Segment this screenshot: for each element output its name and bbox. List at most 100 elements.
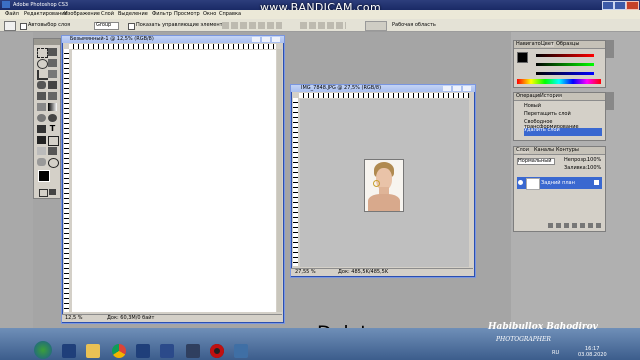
history-item-3[interactable]: Свободное трансформирование	[524, 120, 602, 130]
layer-name[interactable]: Задний план	[541, 181, 575, 186]
screen-mode-icon[interactable]	[49, 189, 56, 195]
folder-taskbar-icon[interactable]	[86, 344, 100, 358]
transform-checkbox[interactable]	[128, 23, 135, 30]
document-window-2[interactable]: IMG_7848.JPG @ 27,5% (RGB/8) 27,55 % Док…	[290, 84, 476, 278]
blur-tool-icon[interactable]	[37, 114, 46, 122]
chrome-taskbar-icon[interactable]	[112, 344, 126, 358]
media-taskbar-icon[interactable]	[160, 344, 174, 358]
healing-brush-icon[interactable]	[37, 81, 46, 89]
clone-stamp-icon[interactable]	[37, 92, 46, 100]
tab-channels[interactable]: Каналы	[534, 148, 554, 153]
color-spectrum-bar[interactable]	[517, 79, 601, 84]
history-item-4[interactable]: Удалить слой	[524, 128, 602, 136]
start-button[interactable]	[34, 341, 52, 359]
fill-field[interactable]: 100%	[587, 166, 601, 171]
history-item-1[interactable]: Новый	[524, 104, 602, 111]
magic-wand-tool-icon[interactable]	[48, 59, 57, 67]
quick-mask-icon[interactable]	[39, 189, 48, 197]
panel-dock-icons-2[interactable]	[606, 92, 614, 110]
eye-icon[interactable]	[518, 180, 523, 185]
green-slider[interactable]	[536, 63, 594, 66]
red-slider[interactable]	[536, 54, 594, 57]
document-window-1[interactable]: Безымянный-1 @ 12,5% (RGB/8) 12,5 % Док:…	[61, 35, 285, 324]
blend-mode-select[interactable]: Нормальный	[517, 158, 555, 165]
group-select[interactable]: Group	[94, 22, 119, 30]
document-1-ruler-vertical	[64, 49, 69, 312]
brush-tool-icon[interactable]	[48, 81, 57, 89]
minimize-button[interactable]	[602, 1, 614, 10]
align-buttons[interactable]	[222, 22, 282, 29]
menu-filter[interactable]: Фильтр	[152, 12, 172, 17]
menu-select[interactable]: Выделение	[118, 12, 148, 17]
pen-tool-icon[interactable]	[37, 125, 46, 133]
crop-tool-icon[interactable]	[37, 70, 48, 80]
document-2-photo[interactable]	[364, 159, 404, 212]
document-2-zoom[interactable]: 27,55 %	[295, 270, 316, 275]
document-1-canvas[interactable]	[72, 50, 276, 312]
foreground-color-swatch[interactable]	[38, 170, 50, 182]
notes-tool-icon[interactable]	[37, 147, 46, 155]
panel-dock-icons[interactable]	[606, 40, 614, 58]
tab-history[interactable]: История	[540, 94, 562, 99]
marquee-tool-icon[interactable]	[37, 48, 48, 58]
path-selection-icon[interactable]	[37, 136, 46, 144]
fg-color-chip[interactable]	[517, 52, 528, 63]
zoom-tool-icon[interactable]	[48, 158, 59, 168]
document-1-info[interactable]: Док: 60,3M/0 байт	[107, 316, 154, 321]
tools-panel-header[interactable]	[34, 39, 60, 45]
eraser-tool-icon[interactable]	[37, 103, 46, 111]
slice-tool-icon[interactable]	[48, 70, 57, 78]
document-1-zoom[interactable]: 12,5 %	[65, 316, 82, 321]
document-1-controls[interactable]	[252, 37, 280, 42]
move-tool-icon[interactable]	[4, 21, 16, 31]
blue-slider[interactable]	[536, 72, 594, 75]
type-tool-icon[interactable]: T	[48, 125, 57, 133]
document-2-info[interactable]: Док: 485,5K/485,5K	[338, 270, 388, 275]
shape-tool-icon[interactable]	[48, 136, 59, 146]
menu-layer[interactable]: Слой	[101, 12, 114, 17]
history-item-2[interactable]: Перетащить слой	[524, 112, 602, 119]
eyedropper-tool-icon[interactable]	[48, 147, 57, 155]
photoshop-taskbar-icon-2[interactable]	[136, 344, 150, 358]
menu-edit[interactable]: Редактирование	[24, 12, 68, 17]
menu-help[interactable]: Справка	[219, 12, 241, 17]
dodge-tool-icon[interactable]	[48, 114, 57, 122]
distribute-buttons[interactable]	[300, 22, 346, 29]
document-2-title-bar[interactable]: IMG_7848.JPG @ 27,5% (RGB/8)	[291, 85, 475, 92]
autoselect-checkbox[interactable]	[20, 23, 27, 30]
lightroom-taskbar-icon[interactable]	[186, 344, 200, 358]
hand-tool-icon[interactable]	[37, 158, 46, 166]
menu-image[interactable]: Изображение	[64, 12, 100, 17]
tab-paths[interactable]: Контуры	[556, 148, 579, 153]
lock-icon	[594, 180, 599, 185]
menu-view[interactable]: Просмотр	[174, 12, 200, 17]
tab-layers[interactable]: Слои	[516, 148, 529, 153]
portrait-shoulders	[368, 194, 400, 211]
document-1-scrollbar[interactable]	[277, 49, 282, 312]
maximize-button[interactable]	[614, 1, 626, 10]
document-2-controls[interactable]	[443, 86, 471, 91]
gradient-tool-icon[interactable]	[48, 103, 57, 111]
bandicam-taskbar-icon[interactable]	[210, 344, 224, 358]
clock-date[interactable]: 03.08.2020	[578, 353, 607, 358]
photoshop-taskbar-icon[interactable]	[62, 344, 76, 358]
menu-window[interactable]: Окно	[203, 12, 216, 17]
tab-swatches[interactable]: Образцы	[556, 42, 579, 47]
brushes-icon[interactable]	[365, 21, 387, 31]
workspace-button[interactable]: Рабочая область	[392, 23, 436, 28]
opacity-field[interactable]: 100%	[587, 158, 601, 163]
tab-navigator[interactable]: Навигатор	[516, 42, 544, 47]
tab-color[interactable]: Цвет	[541, 42, 554, 47]
close-button[interactable]	[626, 1, 639, 10]
document-1-title-bar[interactable]: Безымянный-1 @ 12,5% (RGB/8)	[62, 36, 284, 43]
layer-buttons[interactable]	[548, 223, 602, 228]
photo-taskbar-icon[interactable]	[234, 344, 248, 358]
layer-row[interactable]: Задний план	[517, 177, 602, 190]
menu-file[interactable]: Файл	[5, 12, 19, 17]
lasso-tool-icon[interactable]	[37, 59, 48, 69]
tab-actions[interactable]: Операции	[516, 94, 542, 99]
history-brush-icon[interactable]	[48, 92, 57, 100]
language-indicator[interactable]: RU	[552, 351, 559, 356]
options-bar: Автовыбор слоя Group Показать управляющи…	[0, 19, 640, 32]
move-tool-icon[interactable]	[48, 48, 57, 56]
